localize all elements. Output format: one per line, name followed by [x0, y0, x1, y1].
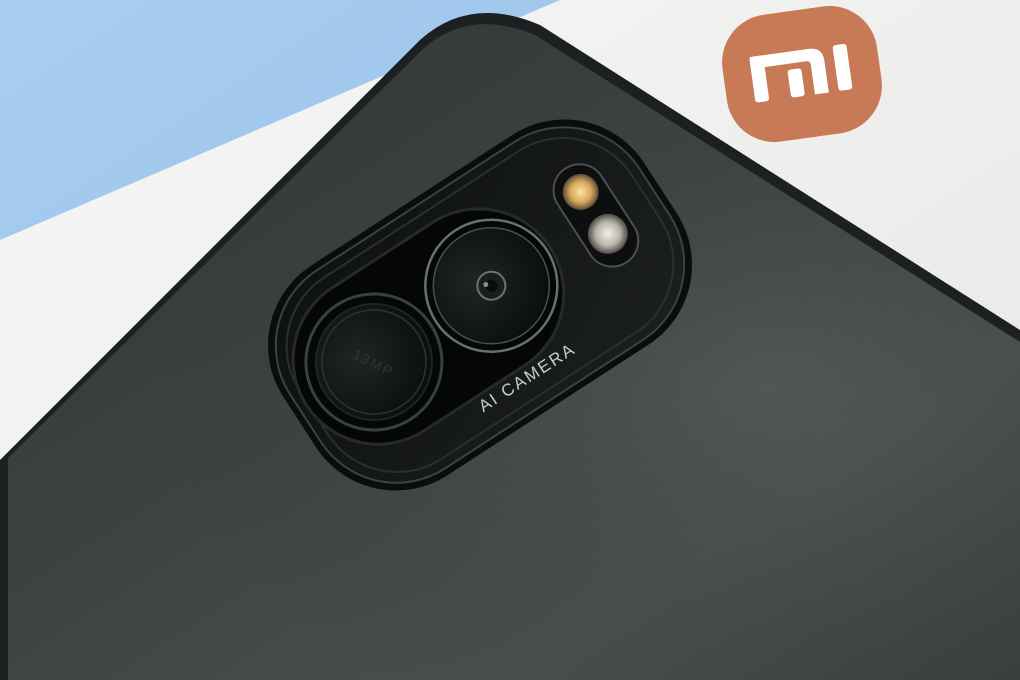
photo-scene: MI 13MP AI CAMERA	[0, 0, 1020, 680]
photo-svg: MI 13MP AI CAMERA	[0, 0, 1020, 680]
